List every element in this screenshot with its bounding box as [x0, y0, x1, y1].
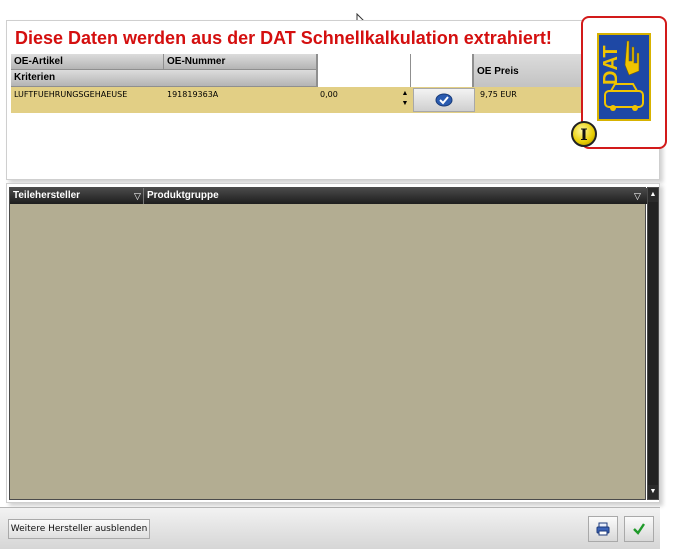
- dat-logo-text: DAT: [600, 45, 622, 85]
- manufacturer-grid[interactable]: Teilehersteller ▽ Produktgruppe ▽: [9, 187, 647, 500]
- scrollbar-track[interactable]: [648, 202, 658, 485]
- table-header-row: OE-Artikel OE-Nummer OE Preis: [11, 54, 587, 107]
- cell-oe-nummer: 191819363A: [167, 90, 219, 99]
- manufacturer-panel: Teilehersteller ▽ Produktgruppe ▽ ▲ ▼: [6, 183, 660, 503]
- filter-icon[interactable]: ▽: [634, 191, 644, 201]
- print-button[interactable]: [588, 516, 618, 542]
- info-icon[interactable]: I: [571, 121, 597, 147]
- col-produktgruppe[interactable]: Produktgruppe: [144, 188, 647, 204]
- vertical-scrollbar[interactable]: ▲ ▼: [647, 187, 659, 500]
- col-oe-artikel[interactable]: OE-Artikel: [11, 54, 164, 70]
- scroll-up-icon[interactable]: ▲: [648, 188, 658, 202]
- hide-manufacturers-button[interactable]: Weitere Hersteller ausblenden: [8, 519, 150, 539]
- table-row[interactable]: LUFTFUEHRUNGSGEHAEUSE 191819363A 0,00 ▲ …: [11, 87, 587, 113]
- check-icon: [633, 523, 645, 535]
- cell-oe-preis: 9,75 EUR: [480, 90, 517, 99]
- calculator-icon: [435, 93, 453, 107]
- print-icon: [596, 522, 610, 536]
- quantity-stepper[interactable]: ▲ ▼: [399, 89, 411, 111]
- cell-oe-artikel: LUFTFUEHRUNGSGEHAEUSE: [14, 90, 128, 99]
- dat-extract-headline: Diese Daten werden aus der DAT Schnellka…: [15, 28, 552, 48]
- footer-toolbar: Weitere Hersteller ausblenden: [0, 507, 660, 549]
- dat-logo-box: DAT I: [571, 16, 667, 149]
- scroll-down-icon[interactable]: ▼: [648, 485, 658, 499]
- quantity-field[interactable]: 0,00: [317, 87, 397, 113]
- oe-article-panel: Diese Daten werden aus der DAT Schnellka…: [6, 20, 660, 180]
- confirm-button[interactable]: [624, 516, 654, 542]
- col-teilehersteller[interactable]: Teilehersteller: [10, 188, 144, 204]
- dat-logo: DAT: [597, 33, 651, 121]
- table-subheader-row: Kriterien: [11, 70, 587, 87]
- filter-icon[interactable]: ▽: [134, 191, 144, 201]
- calculate-button[interactable]: [413, 88, 475, 112]
- stepper-down-icon[interactable]: ▼: [399, 99, 411, 109]
- col-oe-nummer[interactable]: OE-Nummer: [164, 54, 317, 70]
- grid-header: Teilehersteller ▽ Produktgruppe ▽: [10, 188, 647, 204]
- stepper-up-icon[interactable]: ▲: [399, 89, 411, 99]
- col-kriterien[interactable]: Kriterien: [11, 70, 317, 87]
